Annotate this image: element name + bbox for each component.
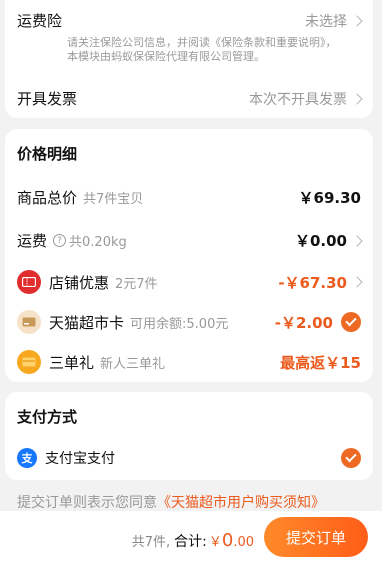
shipping-insurance-value: 未选择	[305, 13, 347, 30]
total-summary: 共7件, 合计: ￥ 0 .00	[132, 530, 254, 551]
radio-selected-icon[interactable]	[341, 448, 361, 468]
total-row: 商品总价 共7件宝贝 ￥69.30	[17, 187, 361, 208]
chevron-right-icon	[351, 234, 363, 247]
shop-discount-sub: 2元7件	[115, 276, 158, 292]
payment-title-row: 支付方式	[17, 406, 361, 427]
gift-card-icon	[17, 310, 41, 334]
price-title: 价格明细	[17, 145, 78, 163]
three-order-gift-row: 三单礼 新人三单礼 最高返￥15	[17, 350, 361, 374]
agreement-prefix: 提交订单则表示您同意	[17, 495, 157, 511]
help-icon[interactable]: ?	[53, 234, 67, 247]
shop-discount-row[interactable]: 店铺优惠 2元7件 -￥67.30	[17, 270, 363, 294]
total-label: 商品总价	[17, 189, 78, 207]
total-sub: 共7件宝贝	[83, 192, 144, 207]
shipping-insurance-label: 运费险	[17, 12, 63, 30]
price-details-card: 价格明细 商品总价 共7件宝贝 ￥69.30 运费 ? 共0.20kg ￥0.0…	[5, 129, 373, 382]
total-currency: ￥	[208, 535, 222, 550]
checkbox-checked-icon[interactable]	[341, 312, 361, 332]
shop-discount-value: -￥67.30	[278, 273, 347, 292]
chevron-right-icon	[351, 92, 363, 105]
insurance-notice: 请关注保险公司信息，并阅读《保险条款和重要说明》，本模块由蚂蚁保保险代理有限公司…	[67, 36, 337, 63]
supermarket-card-row[interactable]: 天猫超市卡 可用余额:5.00元 -￥2.00	[17, 310, 361, 334]
total-value: ￥69.30	[298, 189, 361, 207]
freight-sub: 共0.20kg	[69, 235, 127, 250]
alipay-icon: 支	[17, 448, 37, 468]
agreement-link[interactable]: 《天猫超市用户购买须知》	[157, 495, 325, 511]
alipay-label: 支付宝支付	[45, 451, 115, 467]
three-order-gift-label: 三单礼	[49, 353, 95, 372]
shipping-insurance-row[interactable]: 运费险 未选择	[17, 10, 363, 31]
three-order-gift-sub: 新人三单礼	[100, 356, 166, 372]
insurance-invoice-card: 运费险 未选择 请关注保险公司信息，并阅读《保险条款和重要说明》，本模块由蚂蚁保…	[5, 0, 373, 118]
three-order-gift-value: 最高返￥15	[280, 353, 361, 372]
coupon-icon	[17, 270, 41, 294]
payment-card: 支付方式 支 支付宝支付	[5, 392, 373, 480]
submit-order-label: 提交订单	[285, 528, 346, 547]
invoice-value: 本次不开具发票	[249, 91, 347, 108]
freight-label: 运费	[17, 232, 48, 250]
freight-value: ￥0.00	[294, 232, 347, 250]
supermarket-card-sub: 可用余额:5.00元	[130, 316, 229, 332]
envelope-gift-icon	[17, 350, 41, 374]
agreement-line: 提交订单则表示您同意《天猫超市用户购买须知》	[17, 492, 325, 512]
supermarket-card-label: 天猫超市卡	[49, 313, 125, 332]
freight-row[interactable]: 运费 ? 共0.20kg ￥0.00	[17, 230, 363, 251]
payment-title: 支付方式	[17, 408, 78, 426]
total-amount-dec: .00	[233, 535, 254, 550]
shop-discount-label: 店铺优惠	[49, 273, 110, 292]
submit-order-button[interactable]: 提交订单	[264, 517, 368, 557]
bottom-bar: 共7件, 合计: ￥ 0 .00 提交订单	[0, 511, 382, 568]
chevron-right-icon	[351, 14, 363, 27]
invoice-label: 开具发票	[17, 90, 78, 108]
chevron-right-icon	[351, 276, 363, 288]
invoice-row[interactable]: 开具发票 本次不开具发票	[17, 88, 363, 109]
total-label: 合计:	[174, 534, 207, 550]
alipay-row[interactable]: 支 支付宝支付	[17, 448, 361, 468]
price-title-row: 价格明细	[17, 143, 361, 164]
supermarket-card-value: -￥2.00	[274, 313, 333, 332]
total-amount-int: 0	[221, 530, 234, 551]
item-count: 共7件,	[131, 535, 171, 550]
